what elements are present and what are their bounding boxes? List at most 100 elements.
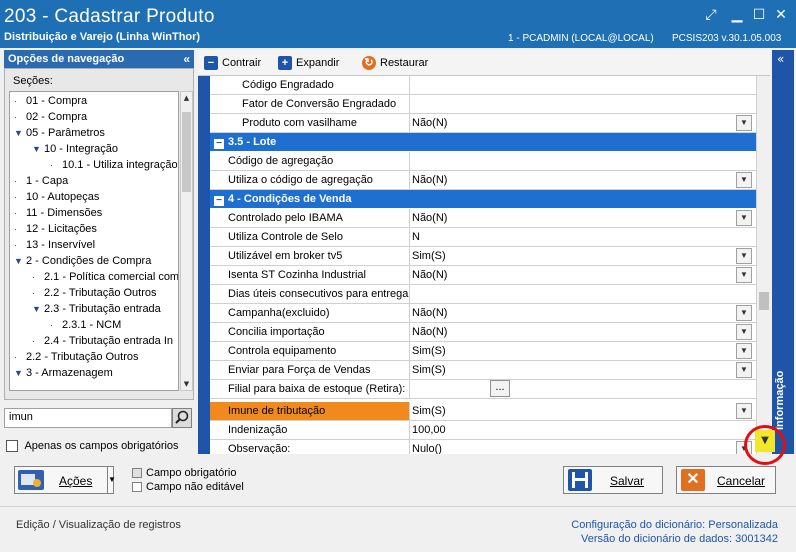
grid-row[interactable]: Produto com vasilhame Não(N) ▼ [210,114,756,133]
cancel-button[interactable]: ✕ Cancelar [676,466,776,494]
field-value[interactable]: Não(N) ▼ [410,323,756,341]
field-value[interactable]: Não(N) ▼ [410,266,756,284]
minimize-button[interactable]: ▁ [728,6,746,24]
field-value[interactable]: Não(N) ▼ [410,209,756,227]
field-value[interactable]: Não(N) ▼ [410,171,756,189]
grid-row[interactable]: Dias úteis consecutivos para entrega [210,285,756,304]
tree-item[interactable]: · 2.2 - Tributação Outros [14,349,139,365]
tree-scrollbar[interactable]: ▲ ▼ [180,91,193,391]
tree-item[interactable]: · 2.3.1 - NCM [50,317,121,333]
grid-row[interactable]: Controla equipamento Sim(S) ▼ [210,342,756,361]
field-value[interactable]: Sim(S) ▼ [410,247,756,265]
field-value[interactable]: Não(N) ▼ [410,114,756,132]
field-value[interactable] [410,76,756,94]
grid-row[interactable]: Filial para baixa de estoque (Retira):..… [210,380,756,399]
close-button[interactable]: ✕ [772,6,790,24]
search-button[interactable] [172,408,192,428]
tree-item[interactable]: ▼ 2.3 - Tributação entrada [32,301,161,317]
field-value[interactable]: ... [410,380,756,398]
restore-button[interactable]: ↻ Restaurar [362,54,428,72]
dropdown-arrow-icon[interactable]: ▼ [736,362,752,378]
section-header[interactable]: −3.5 - Lote [210,133,756,151]
dropdown-arrow-icon[interactable]: ▼ [736,324,752,340]
scroll-thumb[interactable] [182,112,191,192]
info-side-panel[interactable]: « Informação [772,50,794,454]
grid-row[interactable]: Isenta ST Cozinha Industrial Não(N) ▼ [210,266,756,285]
tree-item[interactable]: ▼ 05 - Parâmetros [14,125,105,141]
field-value[interactable]: N [410,228,756,246]
actions-dropdown-icon[interactable]: ▼ [107,467,116,493]
field-value[interactable]: Nulo() ▼ [410,440,756,454]
restore-icon[interactable]: ⤢ [702,6,720,24]
field-value[interactable]: Sim(S) ▼ [410,361,756,379]
sections-tree[interactable]: · 01 - Compra · 02 - Compra ▼ 05 - Parâmetros… [9,91,179,391]
tree-item[interactable]: · 11 - Dimensões [14,205,102,221]
field-value-text: Sim(S) [412,405,446,417]
section-search-input[interactable]: imun [4,408,172,428]
tree-item[interactable]: · 2.4 - Tributação entrada In [32,333,173,349]
expand-button[interactable]: + Expandir [278,54,339,72]
collapse-section-icon[interactable]: − [214,196,224,206]
grid-scrollbar[interactable] [756,76,770,454]
grid-row[interactable]: Fator de Conversão Engradado [210,95,756,114]
scroll-up-icon[interactable]: ▲ [181,92,192,104]
section-header[interactable]: −4 - Condições de Venda [210,190,756,208]
tree-item[interactable]: · 13 - Inservível [14,237,95,253]
field-value[interactable]: Sim(S) ▼ [410,342,756,360]
grid-row[interactable]: Imune de tributação Sim(S) ▼ [210,402,756,421]
collapse-section-icon[interactable]: − [214,139,224,149]
grid-row[interactable]: Indenização 100,00 [210,421,756,440]
tree-item[interactable]: · 10 - Autopeças [14,189,99,205]
expand-toggle-icon[interactable]: ▼ [14,365,26,381]
grid-row[interactable]: Utilizável em broker tv5 Sim(S) ▼ [210,247,756,266]
expand-toggle-icon[interactable]: ▼ [32,301,44,317]
field-value[interactable] [410,152,756,170]
expand-toggle-icon[interactable]: ▼ [14,125,26,141]
expand-toggle-icon[interactable]: ▼ [32,141,44,157]
browse-button[interactable]: ... [490,380,510,397]
grid-scroll-thumb[interactable] [759,292,769,310]
field-value[interactable] [410,285,756,303]
collapse-nav-icon[interactable]: « [183,50,190,68]
tree-item[interactable]: · 1 - Capa [14,173,68,189]
dropdown-arrow-icon[interactable]: ▼ [736,267,752,283]
dropdown-arrow-icon[interactable]: ▼ [736,210,752,226]
dropdown-arrow-icon[interactable]: ▼ [736,248,752,264]
grid-row[interactable]: Utiliza Controle de Selo N [210,228,756,247]
dropdown-arrow-icon[interactable]: ▼ [736,343,752,359]
tree-item[interactable]: · 10.1 - Utiliza integração [50,157,178,173]
actions-button[interactable]: Ações ▼ [14,466,116,494]
only-required-option[interactable]: Apenas os campos obrigatórios [6,440,179,453]
tree-item[interactable]: ▼ 2 - Condições de Compra [14,253,151,269]
grid-row[interactable]: Código de agregação [210,152,756,171]
expand-toggle-icon[interactable]: ▼ [14,253,26,269]
grid-row[interactable]: Controlado pelo IBAMA Não(N) ▼ [210,209,756,228]
tree-item[interactable]: · 02 - Compra [14,109,87,125]
field-value[interactable]: 100,00 [410,421,756,439]
grid-row[interactable]: Concilia importação Não(N) ▼ [210,323,756,342]
only-required-checkbox[interactable] [6,440,18,453]
field-value[interactable] [410,95,756,113]
dropdown-arrow-icon[interactable]: ▼ [736,115,752,131]
collapse-button[interactable]: − Contrair [204,54,261,72]
expand-panel-icon[interactable]: « [777,52,784,66]
dropdown-arrow-icon[interactable]: ▼ [736,305,752,321]
grid-row[interactable]: Enviar para Força de Vendas Sim(S) ▼ [210,361,756,380]
tree-item[interactable]: · 01 - Compra [14,93,87,109]
scroll-down-icon[interactable]: ▼ [181,378,192,390]
tree-item[interactable]: ▼ 3 - Armazenagem [14,365,113,381]
field-value[interactable]: Sim(S) ▼ [410,402,756,420]
dropdown-arrow-icon[interactable]: ▼ [736,172,752,188]
grid-row[interactable]: Observação: Nulo() ▼ [210,440,756,454]
grid-row[interactable]: Código Engradado [210,76,756,95]
dropdown-arrow-icon[interactable]: ▼ [736,403,752,419]
tree-item[interactable]: · 2.1 - Política comercial com [32,269,178,285]
grid-row[interactable]: Campanha(excluido) Não(N) ▼ [210,304,756,323]
maximize-button[interactable]: ☐ [750,6,768,24]
field-value[interactable]: Não(N) ▼ [410,304,756,322]
tree-item[interactable]: · 12 - Licitações [14,221,97,237]
grid-row[interactable]: Utiliza o código de agregação Não(N) ▼ [210,171,756,190]
tree-item[interactable]: · 2.2 - Tributação Outros [32,285,157,301]
tree-item[interactable]: ▼ 10 - Integração [32,141,118,157]
save-button[interactable]: Salvar [563,466,663,494]
